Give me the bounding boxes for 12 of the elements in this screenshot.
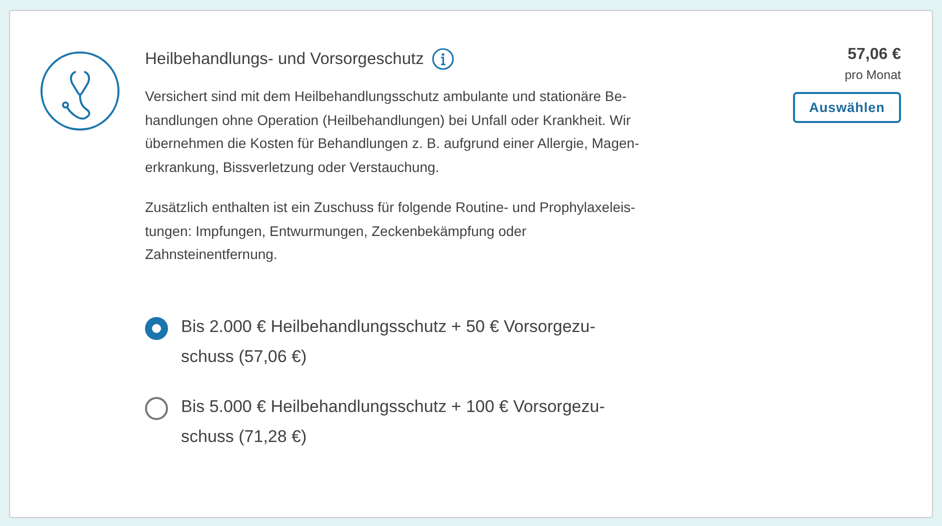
option-label[interactable]: Bis 2.000 € Heilbehandlungsschutz + 50 € Vorsorgezu- schuss (57,06 €) (181, 312, 596, 372)
option-label[interactable]: Bis 5.000 € Heilbehandlungsschutz + 100 € Vorsorgezu- schuss (71,28 €) (181, 392, 605, 452)
select-button[interactable]: Auswählen (793, 92, 901, 123)
radio-button[interactable] (145, 396, 168, 420)
radio-button[interactable] (145, 316, 168, 340)
description-text: Versichert sind mit dem Heilbehandlungsschutz ambulante und stationäre Be- handlungen ohne Operation (Heilbehandlungen) bei Unfall oder Krankheit. Wir übernehmen die Kosten für Behandlungen z. B. aufgrund einer Allergie, Magen- erkrankung, Bissverletzung oder Verstauchung. (145, 87, 640, 178)
description-text: Zusätzlich enthalten ist ein Zuschuss für folgende Routine- und Prophylaxeleis- tungen: Impfungen, Entwurmungen, Zeckenbekämpfung oder Zahnsteinentfernung. (145, 198, 636, 264)
price-unit: pro Monat (844, 68, 901, 82)
card-title: Heilbehandlungs- und Vorsorgeschutz (145, 50, 424, 68)
info-icon[interactable] (432, 48, 454, 70)
stethoscope-icon (40, 51, 120, 131)
price: 57,06 € (848, 46, 901, 64)
